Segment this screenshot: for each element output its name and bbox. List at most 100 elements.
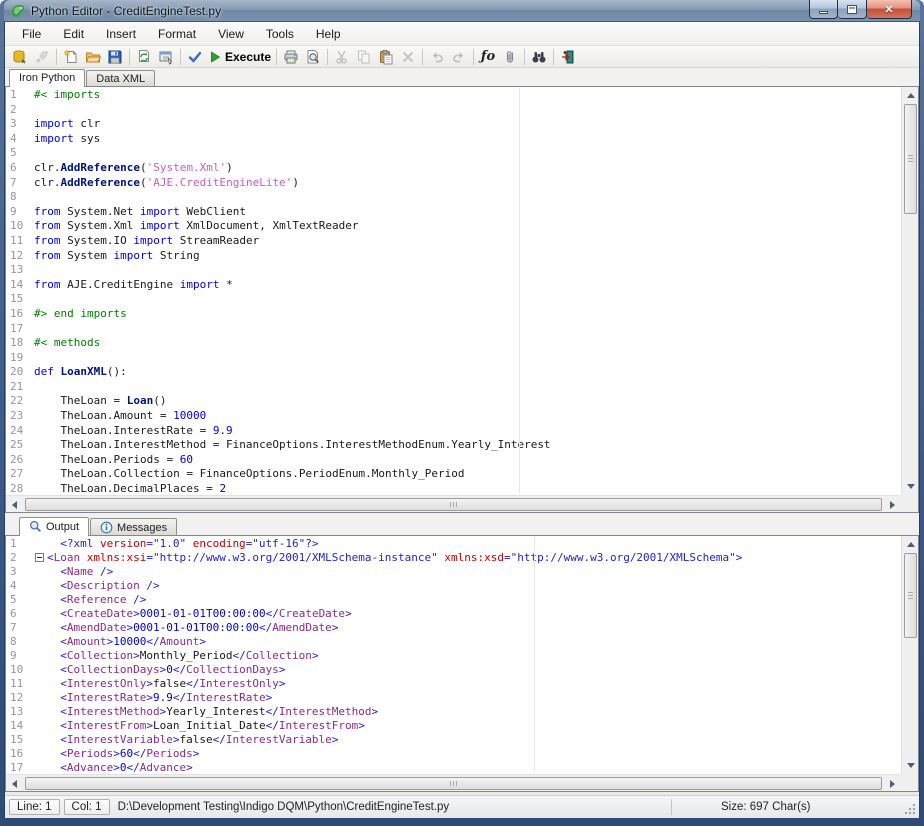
- code-line: 21: [6, 380, 918, 395]
- open-file-button[interactable]: [82, 47, 104, 67]
- insert-function-button[interactable]: ƒo: [477, 47, 499, 67]
- title-bar[interactable]: Python Editor - CreditEngineTest.py ✕: [4, 0, 920, 22]
- cut-button[interactable]: [331, 47, 353, 67]
- print-button[interactable]: [280, 47, 302, 67]
- paste-button[interactable]: [375, 47, 397, 67]
- scroll-up-button[interactable]: [902, 536, 919, 553]
- line-number: 10: [6, 219, 34, 234]
- line-number: 15: [6, 292, 34, 307]
- line-text: #< imports: [34, 88, 918, 103]
- line-text: from System.IO import StreamReader: [34, 234, 918, 249]
- menu-item-format[interactable]: Format: [147, 24, 207, 44]
- execute-button[interactable]: Execute: [206, 47, 273, 67]
- code-line: 6clr.AddReference('System.Xml'): [6, 161, 918, 176]
- copy-button[interactable]: [353, 47, 375, 67]
- output-horizontal-scrollbar[interactable]: [6, 774, 901, 791]
- tab-output[interactable]: Output: [19, 517, 89, 536]
- tab-messages[interactable]: Messages: [90, 518, 177, 536]
- menu-item-file[interactable]: File: [11, 24, 52, 44]
- scroll-left-button[interactable]: [6, 775, 23, 792]
- line-number: 16: [6, 747, 34, 761]
- code-editor[interactable]: 1#< imports23import clr4import sys56clr.…: [6, 87, 918, 497]
- column-guide: [519, 88, 520, 494]
- scroll-down-button[interactable]: [902, 478, 919, 495]
- toolbar-separator: [422, 49, 423, 65]
- fold-margin: [34, 537, 47, 551]
- toolbar-separator: [56, 49, 57, 65]
- close-button[interactable]: ✕: [867, 0, 912, 19]
- find-button[interactable]: [528, 47, 550, 67]
- line-text: #< methods: [34, 336, 918, 351]
- fold-margin: [34, 719, 47, 733]
- toolbar-separator: [276, 49, 277, 65]
- line-text: from AJE.CreditEngine import *: [34, 278, 918, 293]
- code-editor-pane[interactable]: 1#< imports23import clr4import sys56clr.…: [5, 86, 919, 513]
- code-line: 25 TheLoan.InterestMethod = FinanceOptio…: [6, 438, 918, 453]
- validate-button[interactable]: [184, 47, 206, 67]
- refresh-document-button[interactable]: [133, 47, 155, 67]
- line-number: 23: [6, 409, 34, 424]
- minimize-button[interactable]: [809, 0, 838, 19]
- status-size: Size: 697 Char(s): [721, 801, 810, 813]
- collapse-toggle-icon[interactable]: [35, 553, 44, 562]
- fold-margin: [34, 677, 47, 691]
- open-database-button[interactable]: [9, 47, 31, 67]
- close-icon: ✕: [884, 3, 893, 16]
- fold-margin: [34, 579, 47, 593]
- save-file-button[interactable]: [104, 47, 126, 67]
- redo-button[interactable]: [448, 47, 470, 67]
- line-number: 2: [6, 103, 34, 118]
- code-line: 16#> end imports: [6, 307, 918, 322]
- attach-button[interactable]: [499, 47, 521, 67]
- code-line: 1#< imports: [6, 88, 918, 103]
- scroll-right-button[interactable]: [884, 496, 901, 513]
- editor-horizontal-scrollbar[interactable]: [6, 495, 901, 512]
- disconnect-button[interactable]: [31, 47, 53, 67]
- scroll-thumb[interactable]: [25, 777, 882, 790]
- line-number: 8: [6, 635, 34, 649]
- code-line: 5 <Reference />: [6, 593, 918, 607]
- resize-grip[interactable]: [904, 803, 916, 815]
- menu-item-edit[interactable]: Edit: [52, 24, 95, 44]
- output-vertical-scrollbar[interactable]: [901, 536, 918, 774]
- toolbar: Execute: [5, 46, 919, 68]
- code-line: 12 <InterestRate>9.9</InterestRate>: [6, 691, 918, 705]
- menu-item-tools[interactable]: Tools: [255, 24, 305, 44]
- undo-button[interactable]: [426, 47, 448, 67]
- output-pane[interactable]: 1 <?xml version="1.0" encoding="utf-16"?…: [5, 535, 919, 792]
- binoculars-icon: [531, 49, 547, 65]
- tab-iron-python[interactable]: Iron Python: [9, 69, 85, 87]
- properties-button[interactable]: [155, 47, 177, 67]
- delete-button[interactable]: [397, 47, 419, 67]
- scroll-thumb[interactable]: [904, 104, 917, 214]
- line-number: 22: [6, 394, 34, 409]
- menu-bar: FileEditInsertFormatViewToolsHelp: [5, 22, 919, 46]
- scroll-down-button[interactable]: [902, 757, 919, 774]
- maximize-button[interactable]: [838, 0, 867, 19]
- line-text: clr.AddReference('AJE.CreditEngineLite'): [34, 176, 918, 191]
- tab-data-xml[interactable]: Data XML: [86, 70, 155, 87]
- menu-item-help[interactable]: Help: [305, 24, 352, 44]
- toolbar-separator: [553, 49, 554, 65]
- paperclip-icon: [502, 49, 518, 65]
- scroll-left-button[interactable]: [6, 496, 23, 513]
- menu-item-view[interactable]: View: [207, 24, 255, 44]
- line-text: [34, 146, 918, 161]
- code-line: 24 TheLoan.InterestRate = 9.9: [6, 424, 918, 439]
- scroll-thumb[interactable]: [25, 498, 882, 511]
- exit-button[interactable]: [557, 47, 579, 67]
- print-preview-button[interactable]: [302, 47, 324, 67]
- line-number: 14: [6, 278, 34, 293]
- output-view[interactable]: 1 <?xml version="1.0" encoding="utf-16"?…: [6, 536, 918, 775]
- scroll-up-button[interactable]: [902, 87, 919, 104]
- editor-vertical-scrollbar[interactable]: [901, 87, 918, 495]
- menu-item-insert[interactable]: Insert: [95, 24, 147, 44]
- line-text: <Amount>10000</Amount>: [47, 635, 918, 649]
- line-text: <Advance>0</Advance>: [47, 761, 918, 775]
- line-number: 12: [6, 691, 34, 705]
- scroll-thumb[interactable]: [904, 553, 917, 638]
- new-file-button[interactable]: [60, 47, 82, 67]
- code-line: 8 <Amount>10000</Amount>: [6, 635, 918, 649]
- scroll-right-button[interactable]: [884, 775, 901, 792]
- line-text: from System.Xml import XmlDocument, XmlT…: [34, 219, 918, 234]
